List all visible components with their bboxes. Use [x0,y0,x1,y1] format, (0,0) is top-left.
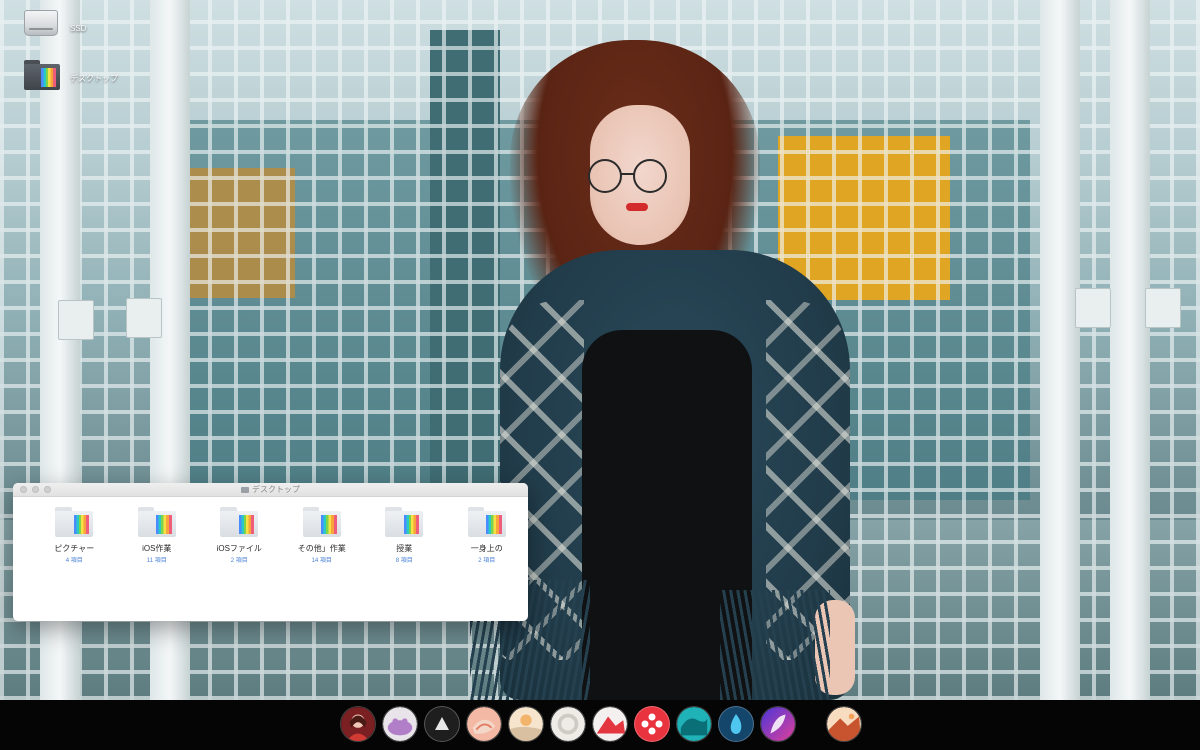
item-name: iOSファイル [216,544,262,553]
dock-app-desert[interactable] [826,706,862,742]
window-title-text: デスクトップ [252,485,300,494]
wallpaper-cardigan-fringe [720,590,830,700]
finder-items: ピクチャー 4 項目 iOS作業 11 項目 iOSファイル 2 項目 その他」… [13,497,528,564]
item-name: ピクチャー [54,544,95,553]
folder-icon [137,507,176,537]
wallpaper-fence-bracket [58,300,94,340]
wallpaper-fence-bracket [1075,288,1111,328]
finder-window: デスクトップ ピクチャー 4 項目 iOS作業 11 項目 iOSファイル 2 … [13,483,528,621]
folder-icon [302,507,341,537]
wallpaper-fence-post [1040,0,1080,700]
finder-titlebar[interactable]: デスクトップ [13,483,528,497]
dock-app-triangle[interactable] [424,706,460,742]
item-count: 4 項目 [65,558,83,564]
compass-app-icon [641,713,663,735]
desktop-icon-label: デスクトップ [70,73,118,83]
folder-icon [220,507,259,537]
window-title: デスクトップ [13,484,528,495]
desktop-icon-desktop-folder[interactable]: デスクトップ [20,60,118,96]
finder-item-personal[interactable]: 一身上の 2 項目 [446,507,529,564]
item-name: 授業 [396,544,413,553]
hippo-app-icon [383,707,417,741]
landscape-app-icon [509,707,543,741]
wallpaper-fence-bracket [126,298,162,338]
dock-app-mountain[interactable] [592,706,628,742]
finder-item-ios-files[interactable]: iOSファイル 2 項目 [198,507,281,564]
wallpaper-person-lips [626,203,648,211]
portrait-app-icon [341,707,375,741]
dock-app-wave[interactable] [676,706,712,742]
wallpaper-fence-post [1110,0,1150,700]
dock [0,700,1200,750]
folder-icon [385,507,424,537]
item-count: 8 項目 [395,558,413,564]
dock-app-flame[interactable] [718,706,754,742]
item-count: 11 項目 [146,558,167,564]
desert-app-icon [827,707,861,741]
dock-app-peach[interactable] [466,706,502,742]
feather-app-icon [761,707,795,741]
desktop-icon-ssd[interactable]: SSD [20,10,86,46]
dock-app-landscape[interactable] [508,706,544,742]
ssd-drive-icon [20,10,62,46]
desktop-icon-label: SSD [70,23,87,33]
finder-item-pictures[interactable]: ピクチャー 4 項目 [33,507,116,564]
folder-icon [20,60,62,96]
item-name: iOS作業 [142,544,172,553]
wallpaper-fence-bracket [1145,288,1181,328]
flame-app-icon [730,714,742,734]
mountain-app-icon [593,707,627,741]
dock-app-compass[interactable] [634,706,670,742]
wallpaper-person-glasses [588,159,667,193]
item-count: 2 項目 [230,558,248,564]
dock-app-portrait[interactable] [340,706,376,742]
peach-app-icon [467,707,501,741]
wave-app-icon [677,707,711,741]
dock-app-ring[interactable] [550,706,586,742]
item-name: その他」作業 [297,544,346,553]
finder-item-classes[interactable]: 授業 8 項目 [363,507,446,564]
folder-icon [467,507,506,537]
item-name: 一身上の [470,544,503,553]
item-count: 2 項目 [478,558,496,564]
item-count: 14 項目 [311,558,332,564]
dock-app-hippo[interactable] [382,706,418,742]
finder-item-other-work[interactable]: その他」作業 14 項目 [281,507,364,564]
triangle-app-icon [435,717,449,730]
ring-app-icon [551,707,585,741]
dock-app-feather[interactable] [760,706,796,742]
folder-icon [241,486,249,493]
folder-icon [55,507,94,537]
finder-item-ios-work[interactable]: iOS作業 11 項目 [116,507,199,564]
